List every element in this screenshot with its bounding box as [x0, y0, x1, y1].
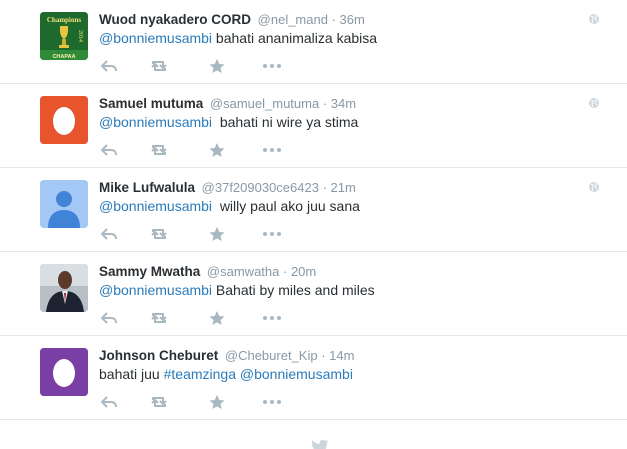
tweet-timestamp[interactable]: 36m	[340, 12, 365, 27]
more-options-icon[interactable]	[262, 310, 282, 326]
globe-icon	[589, 14, 599, 24]
avatar[interactable]: Champions 2014 CHAPAA	[40, 12, 88, 60]
tweet-text: @bonniemusambi Bahati by miles and miles	[99, 281, 375, 300]
mention-link[interactable]: @bonniemusambi	[99, 114, 212, 130]
tweet-username[interactable]: @samwatha	[207, 264, 279, 279]
tweet-text-part: willy paul ako juu sana	[212, 198, 360, 214]
tweet-text-part: bahati ananimaliza kabisa	[212, 30, 378, 46]
tweet-header: Samuel mutuma @samuel_mutuma · 34m	[99, 95, 356, 112]
hashtag-link[interactable]: #teamzinga	[164, 366, 236, 382]
avatar[interactable]	[40, 348, 88, 396]
reply-icon[interactable]	[99, 142, 119, 158]
tweet-fullname[interactable]: Johnson Cheburet	[99, 348, 218, 363]
separator-dot: ·	[321, 348, 330, 363]
avatar-text: 2014	[77, 30, 83, 42]
tweet[interactable]: Samuel mutuma @samuel_mutuma · 34m @bonn…	[0, 84, 627, 168]
separator-dot: ·	[283, 264, 291, 279]
egg-avatar-icon	[40, 96, 88, 144]
separator-dot: ·	[322, 180, 331, 195]
default-person-icon	[40, 180, 88, 228]
retweet-icon[interactable]	[149, 226, 169, 242]
favorite-star-icon[interactable]	[207, 394, 227, 410]
favorite-star-icon[interactable]	[207, 58, 227, 74]
more-options-icon[interactable]	[262, 58, 282, 74]
timeline: Champions 2014 CHAPAA Wuod nyakadero COR…	[0, 0, 627, 449]
favorite-star-icon[interactable]	[207, 310, 227, 326]
profile-photo	[40, 264, 88, 312]
tweet-username[interactable]: @samuel_mutuma	[210, 96, 319, 111]
retweet-icon[interactable]	[149, 142, 169, 158]
tweet-text: @bonniemusambi bahati ananimaliza kabisa	[99, 29, 377, 48]
avatar[interactable]	[40, 264, 88, 312]
retweet-icon[interactable]	[149, 310, 169, 326]
retweet-icon[interactable]	[149, 58, 169, 74]
mention-link[interactable]: @bonniemusambi	[99, 282, 212, 298]
tweet[interactable]: Johnson Cheburet @Cheburet_Kip · 14m bah…	[0, 336, 627, 420]
tweet-username[interactable]: @Cheburet_Kip	[225, 348, 318, 363]
tweet[interactable]: Champions 2014 CHAPAA Wuod nyakadero COR…	[0, 0, 627, 84]
reply-icon[interactable]	[99, 394, 119, 410]
mention-link[interactable]: @bonniemusambi	[240, 366, 353, 382]
globe-icon	[589, 182, 599, 192]
tweet-text-part: bahati ni wire ya stima	[212, 114, 359, 130]
tweet-fullname[interactable]: Sammy Mwatha	[99, 264, 200, 279]
favorite-star-icon[interactable]	[207, 142, 227, 158]
more-options-icon[interactable]	[262, 226, 282, 242]
avatar[interactable]	[40, 96, 88, 144]
more-options-icon[interactable]	[262, 394, 282, 410]
tweet-header: Mike Lufwalula @37f209030ce6423 · 21m	[99, 179, 356, 196]
twitter-bird-icon	[311, 439, 328, 449]
globe-icon	[589, 98, 599, 108]
tweet-header: Sammy Mwatha @samwatha · 20m	[99, 263, 316, 280]
separator-dot: ·	[322, 96, 331, 111]
reply-icon[interactable]	[99, 58, 119, 74]
mention-link[interactable]: @bonniemusambi	[99, 198, 212, 214]
tweet-text: @bonniemusambi willy paul ako juu sana	[99, 197, 360, 216]
tweet-username[interactable]: @nel_mand	[258, 12, 328, 27]
mention-link[interactable]: @bonniemusambi	[99, 30, 212, 46]
tweet-timestamp[interactable]: 20m	[291, 264, 316, 279]
egg-avatar-icon	[40, 348, 88, 396]
tweet-fullname[interactable]: Wuod nyakadero CORD	[99, 12, 251, 27]
tweet-header: Wuod nyakadero CORD @nel_mand · 36m	[99, 11, 365, 28]
reply-icon[interactable]	[99, 310, 119, 326]
tweet-text-part: bahati juu	[99, 366, 164, 382]
tweet-timestamp[interactable]: 14m	[329, 348, 354, 363]
tweet-text: bahati juu #teamzinga @bonniemusambi	[99, 365, 353, 384]
tweet[interactable]: Mike Lufwalula @37f209030ce6423 · 21m @b…	[0, 168, 627, 252]
tweet-timestamp[interactable]: 21m	[331, 180, 356, 195]
tweet-fullname[interactable]: Mike Lufwalula	[99, 180, 195, 195]
tweet[interactable]: Sammy Mwatha @samwatha · 20m @bonniemusa…	[0, 252, 627, 336]
more-options-icon[interactable]	[262, 142, 282, 158]
retweet-icon[interactable]	[149, 394, 169, 410]
avatar-text: CHAPAA	[52, 54, 75, 60]
separator-dot: ·	[331, 12, 340, 27]
tweet-username[interactable]: @37f209030ce6423	[202, 180, 319, 195]
tweet-fullname[interactable]: Samuel mutuma	[99, 96, 203, 111]
avatar[interactable]	[40, 180, 88, 228]
tweet-timestamp[interactable]: 34m	[331, 96, 356, 111]
reply-icon[interactable]	[99, 226, 119, 242]
tweet-header: Johnson Cheburet @Cheburet_Kip · 14m	[99, 347, 354, 364]
favorite-star-icon[interactable]	[207, 226, 227, 242]
tweet-text: @bonniemusambi bahati ni wire ya stima	[99, 113, 358, 132]
tweet-text-part: Bahati by miles and miles	[212, 282, 375, 298]
avatar-text: Champions	[47, 16, 82, 24]
